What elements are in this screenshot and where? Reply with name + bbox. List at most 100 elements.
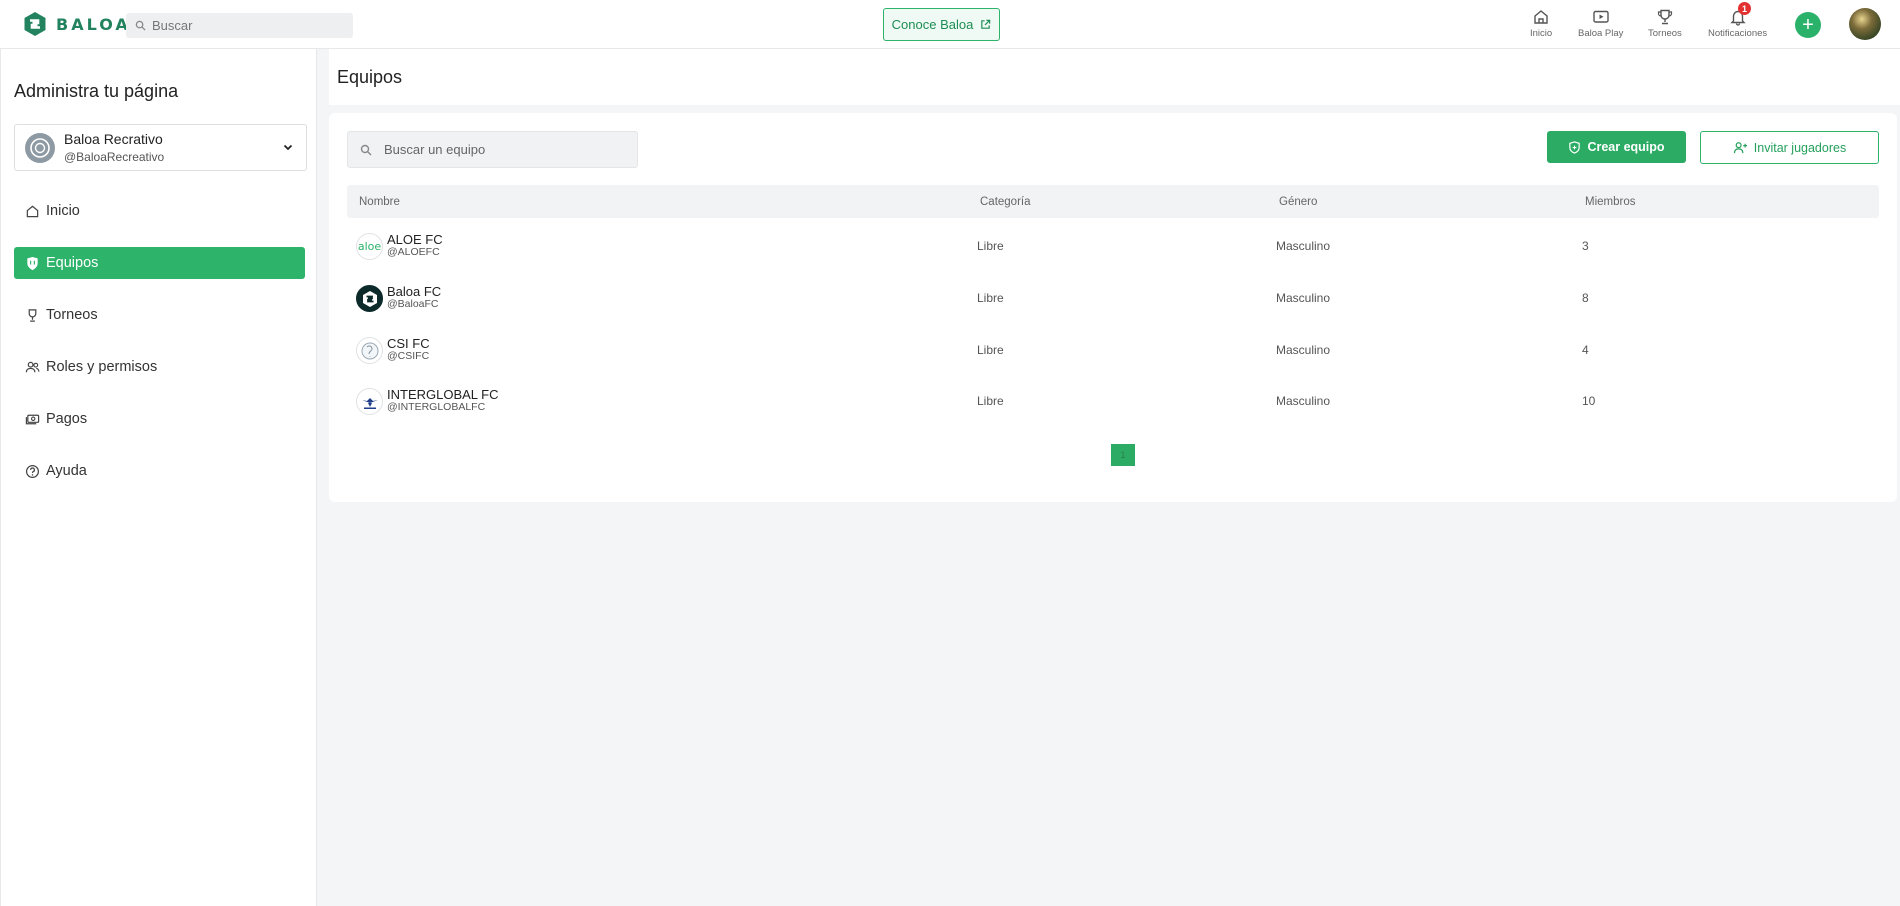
page-logo [25, 132, 55, 163]
sidebar-item-pagos[interactable]: Pagos [14, 403, 305, 435]
page-selector[interactable]: Baloa Recrativo @BaloaRecreativo [14, 124, 307, 171]
user-plus-icon [1733, 142, 1747, 154]
topnav-inicio[interactable]: Inicio [1530, 8, 1552, 39]
sidebar-item-equipos[interactable]: Equipos [14, 247, 305, 279]
topnav-baloa-play[interactable]: Baloa Play [1578, 8, 1623, 39]
team-gender: Masculino [1276, 394, 1331, 408]
topnav-notificaciones[interactable]: 1 Notificaciones [1708, 2, 1768, 39]
crear-equipo-button[interactable]: Crear equipo [1547, 131, 1686, 163]
column-miembros[interactable]: Miembros [1585, 196, 1635, 208]
column-categoria[interactable]: Categoría [980, 196, 1031, 208]
team-handle: @CSIFC [387, 350, 430, 362]
team-search[interactable] [347, 131, 638, 168]
team-members: 4 [1582, 343, 1589, 357]
baloa-logo[interactable]: BALOA [22, 11, 131, 37]
notification-badge: 1 [1738, 2, 1751, 15]
main-header: Equipos [329, 49, 1900, 105]
team-name: INTERGLOBAL FC [387, 387, 499, 402]
column-nombre[interactable]: Nombre [359, 196, 400, 208]
create-plus-button[interactable]: + [1795, 12, 1821, 38]
team-logo [356, 285, 383, 312]
sidebar-item-label: Roles y permisos [46, 359, 158, 375]
top-bar: BALOA Conoce Baloa Inicio Baloa Play Tor… [0, 0, 1900, 49]
team-gender: Masculino [1276, 291, 1331, 305]
brand-name: BALOA [56, 14, 131, 34]
table-row[interactable]: aloe ALOE FC @ALOEFC Libre Masculino 3 [347, 220, 1879, 270]
table-row[interactable]: INTERGLOBAL FC @INTERGLOBALFC Libre Masc… [347, 375, 1879, 425]
shield-plus-icon [1569, 140, 1581, 154]
page-title: Equipos [337, 67, 403, 87]
topnav-inicio-label: Inicio [1530, 28, 1553, 39]
search-icon [135, 20, 146, 31]
table-row[interactable]: CSI FC @CSIFC Libre Masculino 4 [347, 324, 1879, 374]
team-name: ALOE FC [387, 232, 443, 247]
sidebar-item-label: Inicio [46, 203, 80, 219]
team-category: Libre [977, 343, 1004, 357]
global-search-input[interactable] [152, 18, 342, 33]
team-logo [356, 388, 383, 415]
sidebar-item-torneos[interactable]: Torneos [14, 299, 305, 331]
invitar-jugadores-button[interactable]: Invitar jugadores [1700, 131, 1879, 164]
team-logo [356, 337, 383, 364]
sidebar-title: Administra tu página [14, 81, 179, 101]
team-search-input[interactable] [384, 142, 624, 157]
aloe-logo-text: aloe [357, 240, 382, 253]
teams-card: Crear equipo Invitar jugadores Nombre Ca… [329, 113, 1897, 502]
team-name: Baloa FC [387, 284, 442, 299]
search-icon [360, 144, 372, 155]
team-gender: Masculino [1276, 343, 1331, 357]
topnav-baloa-play-label: Baloa Play [1578, 28, 1624, 39]
team-category: Libre [977, 291, 1004, 305]
users-icon [25, 361, 40, 372]
external-link-icon [981, 19, 991, 29]
pagination-page-1[interactable]: 1 [1111, 444, 1135, 466]
plus-icon: + [1802, 14, 1814, 36]
csi-team-logo-icon [361, 342, 378, 359]
conoce-baloa-button[interactable]: Conoce Baloa [883, 8, 1000, 41]
home-icon [1534, 10, 1548, 24]
global-search[interactable] [126, 13, 353, 38]
trophy-icon [28, 308, 37, 322]
conoce-baloa-label: Conoce Baloa [891, 17, 974, 32]
column-genero[interactable]: Género [1279, 196, 1317, 208]
baloa-logo-icon [24, 12, 46, 36]
topnav-torneos-label: Torneos [1648, 28, 1682, 39]
shield-icon [27, 256, 38, 270]
sidebar-item-ayuda[interactable]: Ayuda [14, 455, 305, 487]
user-avatar[interactable] [1849, 8, 1881, 40]
team-logo: aloe [356, 233, 383, 260]
topnav-notificaciones-label: Notificaciones [1708, 28, 1768, 39]
team-handle: @INTERGLOBALFC [387, 401, 486, 413]
cash-icon [25, 414, 40, 424]
team-gender: Masculino [1276, 239, 1331, 253]
baloa-team-logo-icon [362, 290, 377, 307]
interglobal-team-logo-icon [361, 397, 378, 409]
team-members: 10 [1582, 394, 1596, 408]
crear-equipo-label: Crear equipo [1587, 140, 1665, 154]
table-header: Nombre Categoría Género Miembros [347, 185, 1879, 218]
help-icon [25, 464, 40, 478]
sidebar-item-inicio[interactable]: Inicio [14, 195, 305, 227]
page-name: Baloa Recrativo [64, 131, 163, 147]
ball-icon [30, 137, 50, 158]
team-members: 3 [1582, 239, 1589, 253]
sidebar-item-roles[interactable]: Roles y permisos [14, 351, 305, 383]
table-row[interactable]: Baloa FC @BaloaFC Libre Masculino 8 [347, 272, 1879, 322]
sidebar-item-label: Pagos [46, 411, 88, 427]
page-handle: @BaloaRecreativo [64, 150, 165, 164]
team-handle: @ALOEFC [387, 246, 440, 258]
chevron-down-icon [283, 144, 293, 151]
invitar-jugadores-label: Invitar jugadores [1753, 140, 1847, 155]
topnav-torneos[interactable]: Torneos [1648, 8, 1682, 39]
sidebar: Administra tu página Baloa Recrativo @Ba… [0, 49, 317, 906]
team-category: Libre [977, 394, 1004, 408]
sidebar-item-label: Torneos [46, 307, 98, 323]
sidebar-item-label: Equipos [46, 255, 99, 271]
home-icon [26, 205, 39, 217]
play-icon [1593, 10, 1609, 23]
team-handle: @BaloaFC [387, 298, 439, 310]
team-name: CSI FC [387, 336, 430, 351]
sidebar-item-label: Ayuda [46, 463, 87, 479]
trophy-icon [1657, 9, 1673, 25]
team-category: Libre [977, 239, 1004, 253]
